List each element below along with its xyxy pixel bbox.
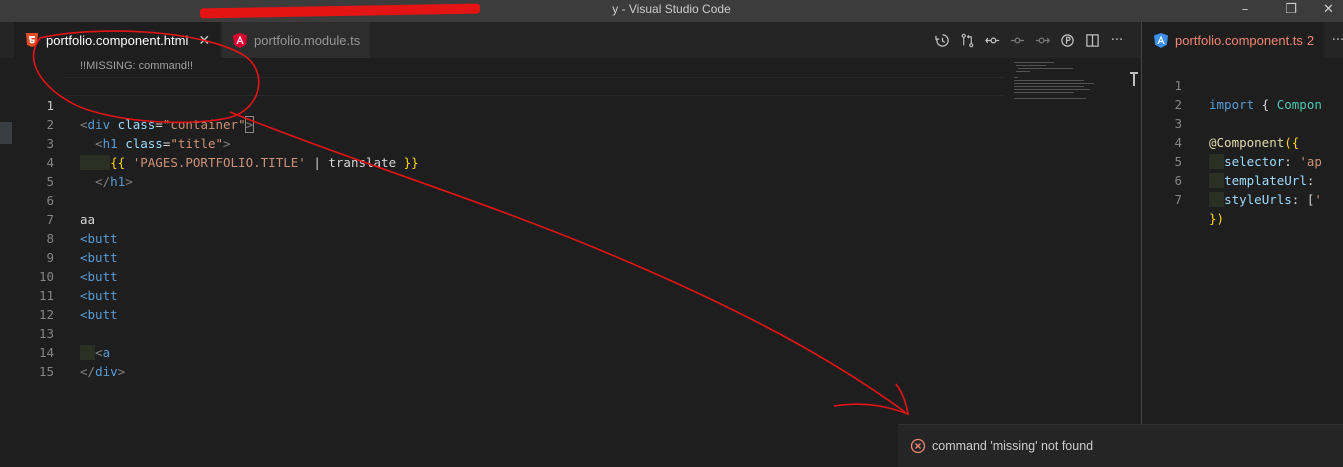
tab-portfolio-component-html[interactable]: portfolio.component.html ✕ [14,22,221,58]
editor-group-right: portfolio.component.ts 2 ··· 1 import { … [1142,22,1343,467]
code-line-7: 7 <butt [0,191,1005,246]
timeline-icon[interactable] [934,32,950,48]
notification-message: command 'missing' not found [932,439,1094,453]
line-text: </div> [80,362,125,381]
more-actions-icon[interactable]: ··· [1330,32,1343,48]
code-line-3: 3 {{ 'PAGES.PORTFOLIO.TITLE' | translate… [0,115,1005,170]
code-line-10: 10 <butt [0,248,1005,303]
code-line-4: 4 selector: 'ap [1142,114,1343,169]
angular-icon [1153,32,1169,48]
code-line-5: 5 templateUrl: [1142,133,1343,188]
editor-actions: ··· [934,32,1125,48]
line-number: 15 [38,364,54,379]
property: styleUrls [1224,192,1292,207]
more-actions-icon[interactable]: ··· [1109,32,1125,48]
tab-portfolio-component-ts[interactable]: portfolio.component.ts 2 [1142,22,1325,58]
maximize-button[interactable]: ❐ [1268,0,1314,22]
code-line-7: 7 }) [1142,171,1343,226]
split-editor-icon[interactable] [1084,32,1100,48]
tag-bracket: </ [80,364,96,379]
code-line-1: 1 import { Compon [1142,57,1343,112]
window-title: y - Visual Studio Code [612,2,731,16]
go-to-change-icon[interactable] [1009,32,1025,48]
error-icon [910,438,926,454]
title-bar: y - Visual Studio Code – ❐ ✕ [0,0,1343,22]
cursor-marker [1130,72,1138,86]
punctuation: : [ [1291,192,1315,207]
html5-icon [24,32,40,48]
code-line-1: 1 <div class="container"> [0,77,1005,133]
code-line-4: 4 </h1> [0,134,1005,189]
tab-label: portfolio.component.ts [1175,32,1303,48]
tab-bar: portfolio.component.html ✕ portfolio.mod… [0,22,1141,58]
code-editor[interactable]: 1 <div class="container"> 2 <h1 class="t… [0,77,1005,379]
close-tab-button[interactable]: ✕ [198,32,210,49]
code-line-13: 13 <a [0,305,1005,360]
line-text: styleUrls: [' [1209,190,1322,209]
code-line-5: 5 [0,153,1005,189]
tag-bracket: > [117,364,126,379]
close-window-button[interactable]: ✕ [1314,0,1343,22]
code-line-15: 15 [0,343,1005,379]
tab-portfolio-module-ts[interactable]: portfolio.module.ts [222,22,371,58]
editor-group-left: portfolio.component.html ✕ portfolio.mod… [0,22,1141,467]
code-editor[interactable]: 1 import { Compon 2 3 @Component({ 4 sel… [1142,57,1343,226]
code-line-6: 6 styleUrls: [' [1142,152,1343,207]
code-line-6: 6 aa [0,172,1005,227]
error-notification[interactable]: command 'missing' not found [898,424,1343,467]
code-line-11: 11 <butt [0,267,1005,322]
breadcrumb[interactable]: !!MISSING: command!! [80,60,193,72]
tag-name: div [95,364,118,379]
go-to-next-change-icon[interactable] [1034,32,1050,48]
tab-label: portfolio.module.ts [254,32,361,48]
git-compare-icon[interactable] [959,32,975,48]
go-to-previous-change-icon[interactable] [984,32,1000,48]
code-line-12: 12 [0,286,1005,322]
overview-ruler[interactable] [1127,58,1141,467]
minimap[interactable] [1010,58,1130,118]
string-literal: ' [1314,192,1322,207]
tab-bar: portfolio.component.ts 2 ··· [1142,22,1343,58]
tab-label: portfolio.component.html [46,32,189,48]
minimize-button[interactable]: – [1222,0,1268,22]
open-changes-icon[interactable] [1059,32,1075,48]
error-count-badge: 2 [1306,32,1315,48]
angular-icon [232,32,248,48]
code-line-9: 9 <butt [0,229,1005,284]
code-line-3: 3 @Component({ [1142,95,1343,150]
line-number: 7 [1174,192,1182,207]
code-line-2: 2 [1142,76,1343,112]
code-line-8: 8 <butt [0,210,1005,265]
code-line-2: 2 <h1 class="title"> [0,96,1005,151]
line-text: }) [1209,211,1225,226]
code-line-14: 14 </div> [0,324,1005,379]
